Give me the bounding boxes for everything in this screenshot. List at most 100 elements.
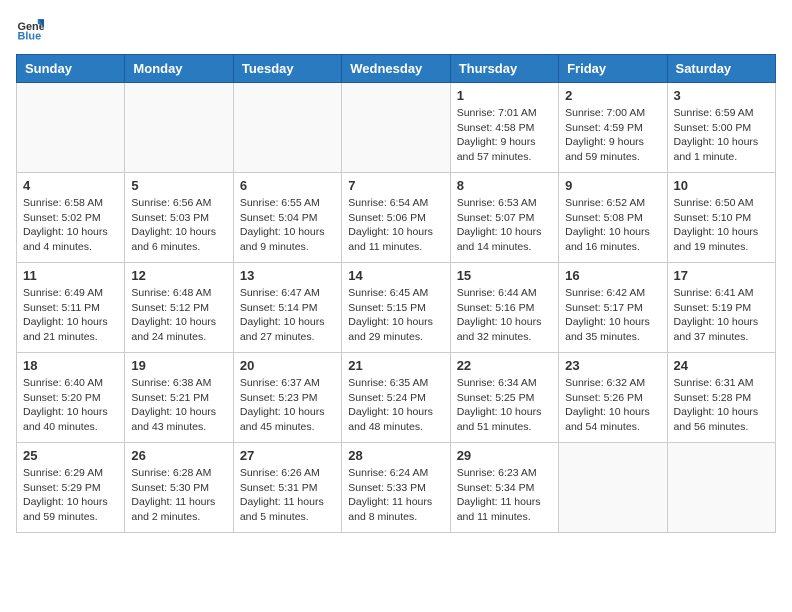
day-number: 14 (348, 268, 443, 283)
calendar-cell: 10 Sunrise: 6:50 AMSunset: 5:10 PMDayligh… (667, 173, 775, 263)
column-header-thursday: Thursday (450, 55, 558, 83)
day-number: 13 (240, 268, 335, 283)
calendar-cell (233, 83, 341, 173)
logo-icon: General Blue (16, 16, 44, 44)
day-number: 28 (348, 448, 443, 463)
calendar-cell: 14 Sunrise: 6:45 AMSunset: 5:15 PMDayligh… (342, 263, 450, 353)
day-info: Sunrise: 6:52 AMSunset: 5:08 PMDaylight:… (565, 196, 660, 255)
day-info: Sunrise: 6:42 AMSunset: 5:17 PMDaylight:… (565, 286, 660, 345)
day-number: 29 (457, 448, 552, 463)
calendar-cell: 13 Sunrise: 6:47 AMSunset: 5:14 PMDayligh… (233, 263, 341, 353)
day-number: 6 (240, 178, 335, 193)
calendar-week-2: 4 Sunrise: 6:58 AMSunset: 5:02 PMDaylight… (17, 173, 776, 263)
column-header-monday: Monday (125, 55, 233, 83)
day-info: Sunrise: 6:54 AMSunset: 5:06 PMDaylight:… (348, 196, 443, 255)
calendar-cell: 11 Sunrise: 6:49 AMSunset: 5:11 PMDayligh… (17, 263, 125, 353)
calendar-cell (667, 443, 775, 533)
calendar-cell: 21Sunrise: 6:35 AMSunset: 5:24 PMDayligh… (342, 353, 450, 443)
calendar-cell (342, 83, 450, 173)
calendar-body: 1 Sunrise: 7:01 AMSunset: 4:58 PMDaylight… (17, 83, 776, 533)
calendar-cell: 17 Sunrise: 6:41 AMSunset: 5:19 PMDayligh… (667, 263, 775, 353)
day-info: Sunrise: 6:31 AMSunset: 5:28 PMDaylight:… (674, 376, 769, 435)
day-number: 4 (23, 178, 118, 193)
calendar-cell (17, 83, 125, 173)
day-info: Sunrise: 6:28 AMSunset: 5:30 PMDaylight:… (131, 466, 226, 525)
day-info: Sunrise: 6:40 AMSunset: 5:20 PMDaylight:… (23, 376, 118, 435)
calendar-cell: 1 Sunrise: 7:01 AMSunset: 4:58 PMDaylight… (450, 83, 558, 173)
day-number: 5 (131, 178, 226, 193)
day-info: Sunrise: 6:34 AMSunset: 5:25 PMDaylight:… (457, 376, 552, 435)
day-info: Sunrise: 6:37 AMSunset: 5:23 PMDaylight:… (240, 376, 335, 435)
day-info: Sunrise: 6:32 AMSunset: 5:26 PMDaylight:… (565, 376, 660, 435)
logo: General Blue (16, 16, 48, 44)
calendar-cell: 23 Sunrise: 6:32 AMSunset: 5:26 PMDayligh… (559, 353, 667, 443)
calendar-cell: 7Sunrise: 6:54 AMSunset: 5:06 PMDaylight… (342, 173, 450, 263)
calendar-cell: 8Sunrise: 6:53 AMSunset: 5:07 PMDaylight… (450, 173, 558, 263)
calendar-week-4: 18 Sunrise: 6:40 AMSunset: 5:20 PMDayligh… (17, 353, 776, 443)
day-info: Sunrise: 6:58 AMSunset: 5:02 PMDaylight:… (23, 196, 118, 255)
day-number: 11 (23, 268, 118, 283)
calendar-cell: 16 Sunrise: 6:42 AMSunset: 5:17 PMDayligh… (559, 263, 667, 353)
day-info: Sunrise: 7:01 AMSunset: 4:58 PMDaylight:… (457, 106, 552, 165)
day-info: Sunrise: 6:44 AMSunset: 5:16 PMDaylight:… (457, 286, 552, 345)
day-info: Sunrise: 6:50 AMSunset: 5:10 PMDaylight:… (674, 196, 769, 255)
day-number: 3 (674, 88, 769, 103)
day-number: 18 (23, 358, 118, 373)
day-number: 24 (674, 358, 769, 373)
day-number: 22 (457, 358, 552, 373)
header: General Blue (16, 16, 776, 44)
day-info: Sunrise: 6:29 AMSunset: 5:29 PMDaylight:… (23, 466, 118, 525)
column-header-sunday: Sunday (17, 55, 125, 83)
day-info: Sunrise: 6:38 AMSunset: 5:21 PMDaylight:… (131, 376, 226, 435)
day-number: 25 (23, 448, 118, 463)
column-header-friday: Friday (559, 55, 667, 83)
svg-text:Blue: Blue (18, 30, 42, 42)
calendar-cell (559, 443, 667, 533)
calendar-cell: 6 Sunrise: 6:55 AMSunset: 5:04 PMDaylight… (233, 173, 341, 263)
day-info: Sunrise: 6:35 AMSunset: 5:24 PMDaylight:… (348, 376, 443, 435)
calendar-cell: 15 Sunrise: 6:44 AMSunset: 5:16 PMDayligh… (450, 263, 558, 353)
calendar-cell: 24 Sunrise: 6:31 AMSunset: 5:28 PMDayligh… (667, 353, 775, 443)
calendar-header-row: SundayMondayTuesdayWednesdayThursdayFrid… (17, 55, 776, 83)
day-info: Sunrise: 6:55 AMSunset: 5:04 PMDaylight:… (240, 196, 335, 255)
calendar-cell: 12 Sunrise: 6:48 AMSunset: 5:12 PMDayligh… (125, 263, 233, 353)
day-number: 2 (565, 88, 660, 103)
day-number: 16 (565, 268, 660, 283)
day-number: 19 (131, 358, 226, 373)
day-number: 23 (565, 358, 660, 373)
calendar-cell (125, 83, 233, 173)
day-number: 17 (674, 268, 769, 283)
calendar-cell: 25 Sunrise: 6:29 AMSunset: 5:29 PMDayligh… (17, 443, 125, 533)
day-number: 15 (457, 268, 552, 283)
day-number: 27 (240, 448, 335, 463)
calendar-cell: 19 Sunrise: 6:38 AMSunset: 5:21 PMDayligh… (125, 353, 233, 443)
calendar-cell: 4 Sunrise: 6:58 AMSunset: 5:02 PMDaylight… (17, 173, 125, 263)
calendar-cell: 9Sunrise: 6:52 AMSunset: 5:08 PMDaylight… (559, 173, 667, 263)
day-number: 12 (131, 268, 226, 283)
calendar-cell: 18 Sunrise: 6:40 AMSunset: 5:20 PMDayligh… (17, 353, 125, 443)
calendar-cell: 26 Sunrise: 6:28 AMSunset: 5:30 PMDayligh… (125, 443, 233, 533)
day-number: 10 (674, 178, 769, 193)
day-info: Sunrise: 7:00 AMSunset: 4:59 PMDaylight:… (565, 106, 660, 165)
calendar-week-3: 11 Sunrise: 6:49 AMSunset: 5:11 PMDayligh… (17, 263, 776, 353)
calendar-table: SundayMondayTuesdayWednesdayThursdayFrid… (16, 54, 776, 533)
day-number: 20 (240, 358, 335, 373)
day-info: Sunrise: 6:49 AMSunset: 5:11 PMDaylight:… (23, 286, 118, 345)
calendar-cell: 29 Sunrise: 6:23 AMSunset: 5:34 PMDayligh… (450, 443, 558, 533)
calendar-cell: 28Sunrise: 6:24 AMSunset: 5:33 PMDayligh… (342, 443, 450, 533)
day-info: Sunrise: 6:47 AMSunset: 5:14 PMDaylight:… (240, 286, 335, 345)
day-info: Sunrise: 6:26 AMSunset: 5:31 PMDaylight:… (240, 466, 335, 525)
calendar-cell: 20 Sunrise: 6:37 AMSunset: 5:23 PMDayligh… (233, 353, 341, 443)
calendar-week-1: 1 Sunrise: 7:01 AMSunset: 4:58 PMDaylight… (17, 83, 776, 173)
calendar-week-5: 25 Sunrise: 6:29 AMSunset: 5:29 PMDayligh… (17, 443, 776, 533)
day-info: Sunrise: 6:41 AMSunset: 5:19 PMDaylight:… (674, 286, 769, 345)
column-header-tuesday: Tuesday (233, 55, 341, 83)
day-number: 26 (131, 448, 226, 463)
day-number: 1 (457, 88, 552, 103)
day-info: Sunrise: 6:45 AMSunset: 5:15 PMDaylight:… (348, 286, 443, 345)
day-info: Sunrise: 6:48 AMSunset: 5:12 PMDaylight:… (131, 286, 226, 345)
day-info: Sunrise: 6:56 AMSunset: 5:03 PMDaylight:… (131, 196, 226, 255)
calendar-cell: 5 Sunrise: 6:56 AMSunset: 5:03 PMDaylight… (125, 173, 233, 263)
day-info: Sunrise: 6:23 AMSunset: 5:34 PMDaylight:… (457, 466, 552, 525)
calendar-cell: 3Sunrise: 6:59 AMSunset: 5:00 PMDaylight… (667, 83, 775, 173)
